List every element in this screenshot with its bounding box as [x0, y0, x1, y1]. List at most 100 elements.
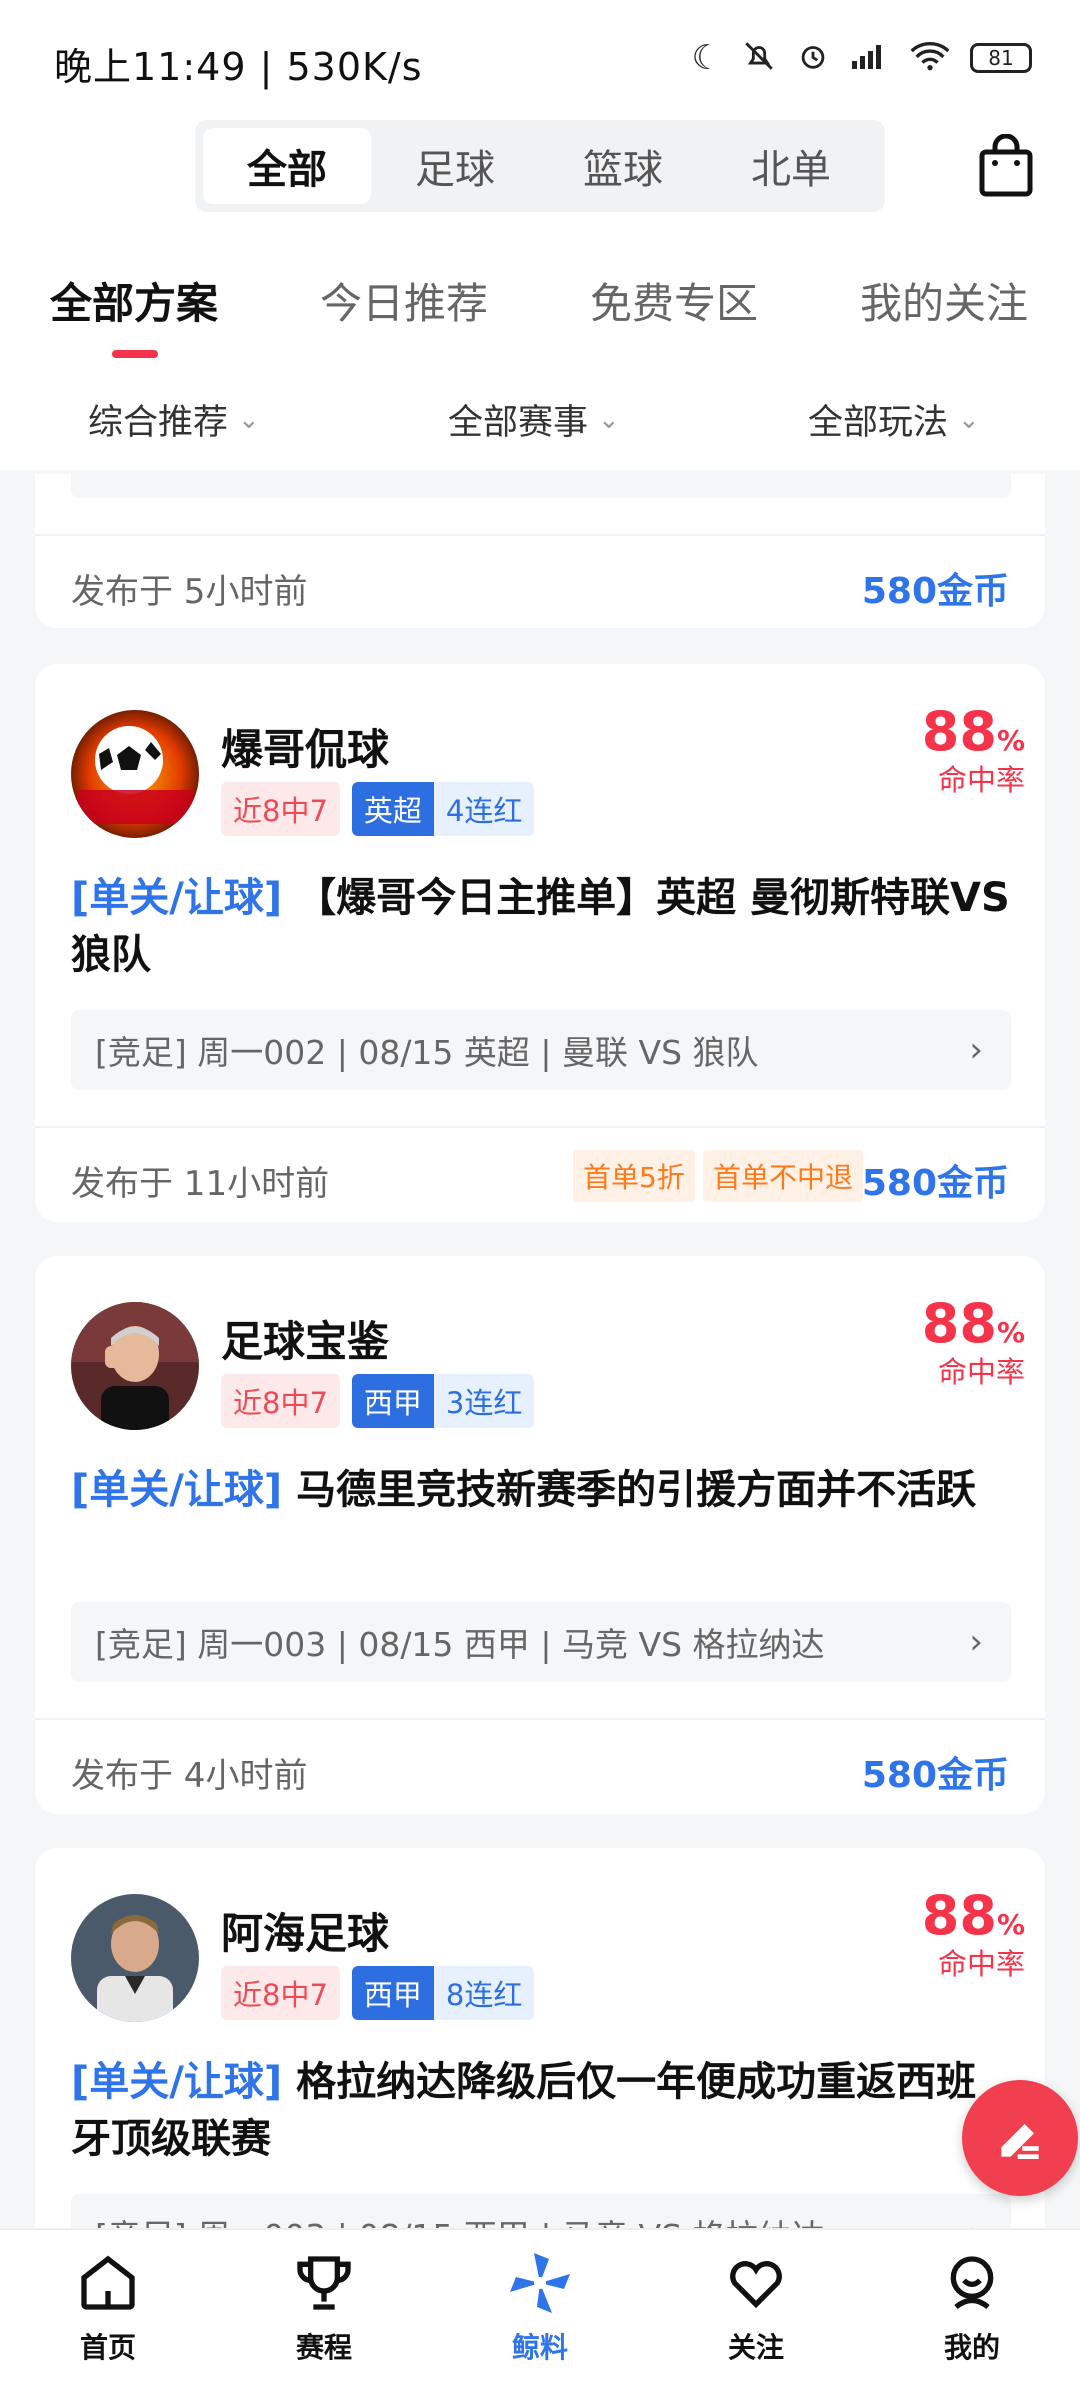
plan-card[interactable]: 爆哥侃球 近8中7 英超 4连红 88% 命中率 [单关/让球] 【爆哥今日主推… — [35, 664, 1045, 1222]
nav-schedule[interactable]: 赛程 — [254, 2240, 394, 2366]
avatar[interactable] — [71, 710, 199, 838]
sport-tab-beidan[interactable]: 北单 — [707, 128, 875, 204]
tab-my-follow[interactable]: 我的关注 — [860, 270, 1028, 331]
plan-card[interactable]: 阿海足球 近8中7 西甲 8连红 88% 命中率 [单关/让球] 格拉纳达降级后… — [35, 1848, 1045, 2248]
status-bar: 晚上11:49 | 530K/s ☾ 81 — [0, 0, 1080, 110]
tab-today-recommend[interactable]: 今日推荐 — [320, 270, 488, 331]
signal-icon — [850, 41, 890, 75]
moon-icon: ☾ — [691, 38, 722, 78]
league-streak-badge: 西甲 8连红 — [351, 1966, 535, 2020]
chevron-right-icon: › — [969, 1622, 983, 1662]
nav-follow[interactable]: 关注 — [686, 2240, 826, 2366]
hit-rate-label: 命中率 — [937, 1355, 1025, 1389]
match-info-bar[interactable]: [竞足] 周一002 | 08/15 英超 | 曼联 VS 狼队 › — [71, 1010, 1011, 1090]
chevron-down-icon: ⌄ — [598, 404, 620, 435]
league-label: 西甲 — [351, 1374, 434, 1428]
sport-tab-basketball[interactable]: 篮球 — [539, 128, 707, 204]
author-name[interactable]: 足球宝鉴 — [221, 1308, 389, 1369]
price: 580金币 — [861, 571, 1009, 612]
nav-mine-label: 我的 — [943, 2331, 1000, 2364]
tab-all-plans[interactable]: 全部方案 — [50, 270, 218, 331]
plan-card-partial[interactable]: 发布于 5小时前 580金币 — [35, 474, 1045, 628]
streak-label: 8连红 — [433, 1966, 535, 2020]
price: 580金币 — [861, 1163, 1009, 1204]
publish-time: 发布于 11小时前 — [71, 1164, 330, 1204]
filter-competition-label: 全部赛事 — [448, 403, 589, 443]
bell-off-icon — [742, 39, 776, 77]
filter-play-type[interactable]: 全部玩法 ⌄ — [808, 394, 980, 445]
filter-play-type-label: 全部玩法 — [808, 403, 949, 443]
hit-rate-value: 88 — [921, 1884, 997, 1947]
sport-segmented-control: 全部 足球 篮球 北单 — [195, 120, 885, 212]
battery-icon: 81 — [970, 43, 1032, 73]
plan-title[interactable]: [单关/让球] 格拉纳达降级后仅一年便成功重返西班牙顶级联赛 — [71, 2054, 1011, 2168]
play-type-tag: [单关/让球] — [71, 2059, 283, 2105]
hit-rate: 88% 命中率 — [922, 1292, 1025, 1391]
nav-mine[interactable]: 我的 — [902, 2240, 1042, 2366]
promo-badge-discount: 首单5折 — [573, 1150, 695, 1202]
hit-rate: 88% 命中率 — [922, 700, 1025, 799]
status-time: 晚上11:49 | 530K/s — [54, 45, 423, 89]
plan-title-text: 马德里竞技新赛季的引援方面并不活跃 — [296, 1467, 977, 1513]
recent-record-badge: 近8中7 — [221, 1966, 340, 2020]
author-name[interactable]: 爆哥侃球 — [221, 716, 389, 777]
publish-time: 发布于 5小时前 — [71, 572, 308, 612]
sport-tab-football[interactable]: 足球 — [371, 128, 539, 204]
league-label: 西甲 — [351, 1966, 434, 2020]
author-badges: 近8中7 英超 4连红 — [221, 782, 535, 836]
category-tabs: 全部方案 今日推荐 免费专区 我的关注 — [0, 250, 1080, 370]
hit-rate-label: 命中率 — [937, 1947, 1025, 1981]
author-name[interactable]: 阿海足球 — [221, 1900, 389, 1961]
home-icon — [38, 2240, 178, 2326]
hit-rate-value: 88 — [921, 1292, 997, 1355]
plan-title[interactable]: [单关/让球] 马德里竞技新赛季的引援方面并不活跃 — [71, 1462, 1011, 1519]
recent-record-badge: 近8中7 — [221, 782, 340, 836]
heart-icon — [686, 2240, 826, 2326]
filter-competition[interactable]: 全部赛事 ⌄ — [448, 394, 620, 445]
league-label: 英超 — [351, 782, 434, 836]
match-bar-partial — [71, 474, 1011, 498]
play-type-tag: [单关/让球] — [71, 1467, 283, 1513]
hit-rate: 88% 命中率 — [922, 1884, 1025, 1983]
alarm-icon — [796, 39, 830, 77]
match-info: [竞足] 周一003 | 08/15 西甲 | 马竞 VS 格拉纳达 — [95, 1625, 825, 1664]
chevron-right-icon: › — [969, 1030, 983, 1070]
chevron-down-icon: ⌄ — [238, 404, 260, 435]
compose-button[interactable] — [962, 2080, 1078, 2196]
nav-home[interactable]: 首页 — [38, 2240, 178, 2366]
hit-rate-value: 88 — [921, 700, 997, 763]
chevron-down-icon: ⌄ — [958, 404, 980, 435]
pencil-icon — [1001, 2124, 1039, 2159]
league-streak-badge: 西甲 3连红 — [351, 1374, 535, 1428]
play-type-tag: [单关/让球] — [71, 875, 283, 921]
shopping-bag-icon[interactable] — [978, 133, 1034, 198]
publish-time: 发布于 4小时前 — [71, 1756, 308, 1796]
avatar[interactable] — [71, 1302, 199, 1430]
pinwheel-icon — [470, 2240, 610, 2326]
promo-badge-refund: 首单不中退 — [703, 1150, 864, 1202]
tab-free-zone[interactable]: 免费专区 — [590, 270, 758, 331]
profile-icon — [902, 2240, 1042, 2326]
card-divider — [35, 1126, 1045, 1128]
nav-jingliao[interactable]: 鲸料 — [470, 2240, 610, 2366]
filter-sort-label: 综合推荐 — [88, 403, 229, 443]
hit-rate-label: 命中率 — [937, 763, 1025, 797]
streak-label: 4连红 — [433, 782, 535, 836]
active-tab-indicator — [112, 350, 158, 358]
price: 580金币 — [861, 1755, 1009, 1796]
nav-home-label: 首页 — [79, 2331, 136, 2364]
match-info-bar[interactable]: [竞足] 周一003 | 08/15 西甲 | 马竞 VS 格拉纳达 › — [71, 1602, 1011, 1682]
nav-jingliao-label: 鲸料 — [511, 2331, 568, 2364]
sport-tab-all[interactable]: 全部 — [203, 128, 371, 204]
plan-card[interactable]: 足球宝鉴 近8中7 西甲 3连红 88% 命中率 [单关/让球] 马德里竞技新赛… — [35, 1256, 1045, 1814]
match-info: [竞足] 周一002 | 08/15 英超 | 曼联 VS 狼队 — [95, 1033, 759, 1072]
plan-title[interactable]: [单关/让球] 【爆哥今日主推单】英超 曼彻斯特联VS 狼队 — [71, 870, 1011, 984]
nav-schedule-label: 赛程 — [295, 2331, 352, 2364]
wifi-icon — [910, 41, 950, 75]
avatar[interactable] — [71, 1894, 199, 2022]
bottom-nav: 首页 赛程 鲸料 关注 我的 — [0, 2228, 1080, 2402]
author-badges: 近8中7 西甲 8连红 — [221, 1966, 535, 2020]
author-badges: 近8中7 西甲 3连红 — [221, 1374, 535, 1428]
filter-sort[interactable]: 综合推荐 ⌄ — [88, 394, 260, 445]
card-divider — [35, 534, 1045, 536]
